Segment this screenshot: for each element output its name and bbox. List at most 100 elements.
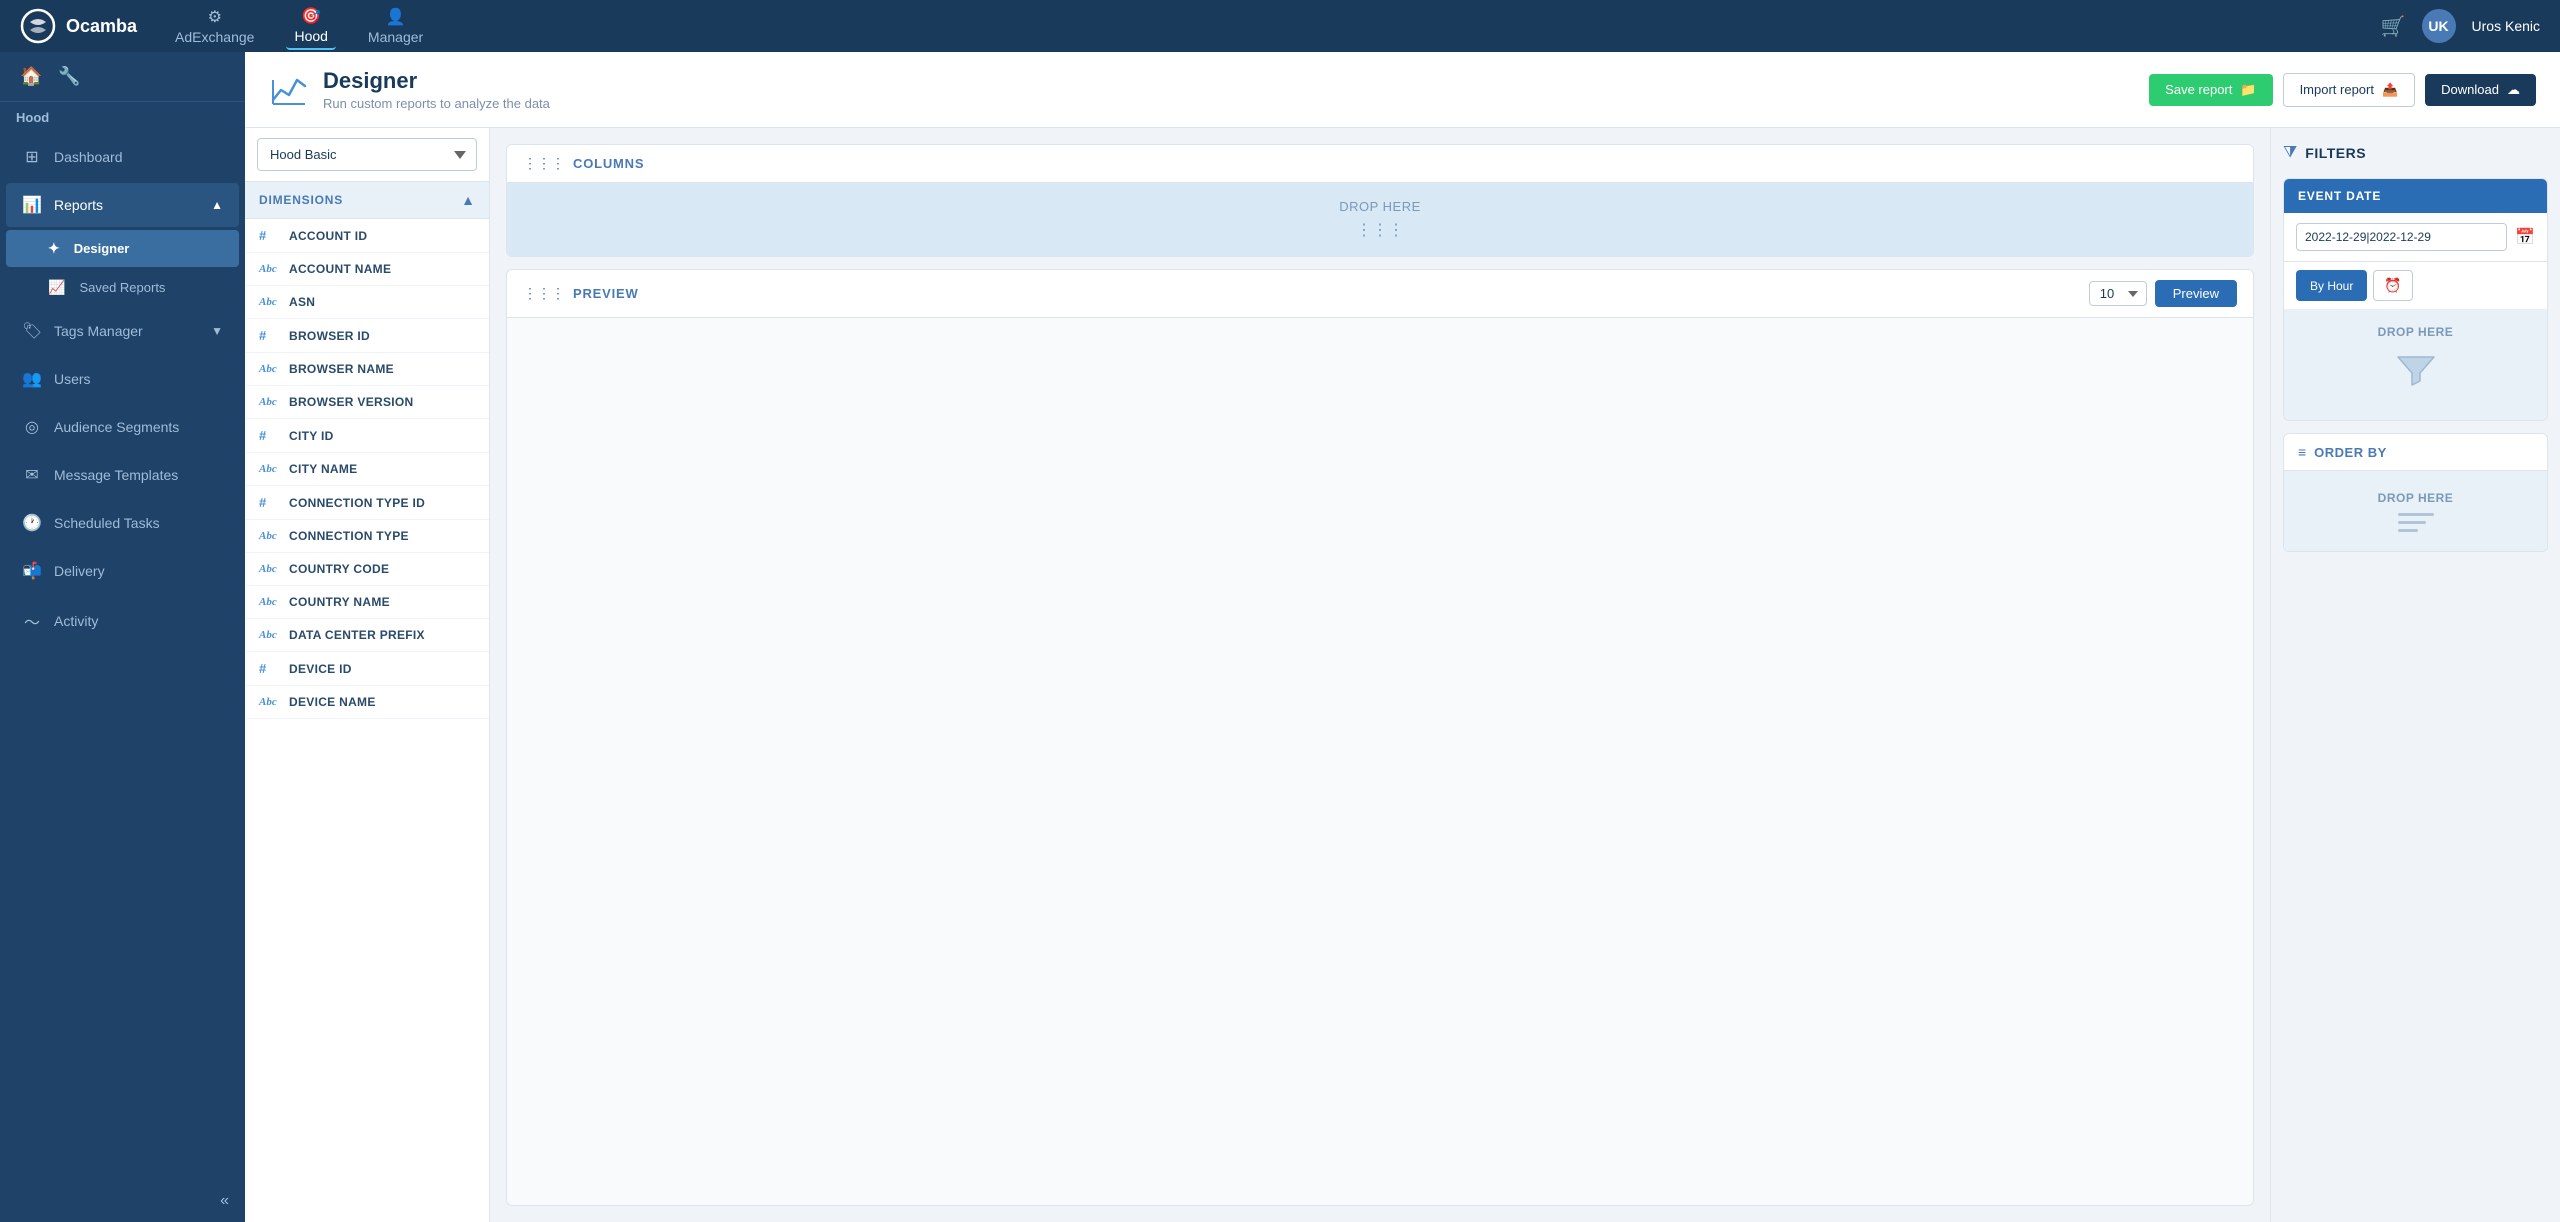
message-icon: ✉ [22,465,42,485]
type-abc-icon: Abc [259,629,279,641]
date-range-input[interactable] [2296,223,2507,251]
center-panel: ⋮⋮⋮ COLUMNS DROP HERE ⋮⋮⋮ ⋮⋮⋮ PREVIEW [490,128,2270,1222]
activity-icon: 〜 [22,609,42,633]
import-report-button[interactable]: Import report 📤 [2283,73,2416,107]
dim-label: CONNECTION TYPE [289,529,409,543]
designer-page-icon [269,70,309,110]
sidebar-item-scheduled-tasks[interactable]: 🕐 Scheduled Tasks [6,501,239,545]
list-item[interactable]: Abc BROWSER NAME [245,353,489,386]
import-report-label: Import report [2300,82,2374,97]
save-report-button[interactable]: Save report 📁 [2149,74,2272,106]
order-list-icon [2398,513,2434,532]
dim-label: COUNTRY CODE [289,562,389,576]
users-icon: 👥 [22,369,42,389]
order-drop-zone[interactable]: DROP HERE [2284,471,2547,551]
list-item[interactable]: # CONNECTION TYPE ID [245,486,489,520]
by-hour-button[interactable]: By Hour [2296,270,2367,301]
sidebar: 🏠 🔧 Hood ⊞ Dashboard 📊 Reports ▲ ✦ Desig… [0,52,245,1222]
app-logo[interactable]: Ocamba [20,8,137,44]
notification-icon[interactable]: 🛒 [2381,14,2406,39]
dashboard-icon: ⊞ [22,147,42,167]
type-hash-icon: # [259,661,279,676]
sidebar-item-tags-manager[interactable]: 🏷 Tags Manager ▼ [6,309,239,353]
event-date-filter-card: EVENT DATE 📅 By Hour ⏰ DROP HERE [2283,178,2548,421]
list-item[interactable]: Abc ASN [245,286,489,319]
filter-btn-row: By Hour ⏰ [2284,262,2547,309]
type-abc-icon: Abc [259,530,279,542]
dim-label: BROWSER ID [289,329,370,343]
sidebar-item-audience-segments[interactable]: ◎ Audience Segments [6,405,239,449]
dim-label: ACCOUNT ID [289,229,367,243]
type-hash-icon: # [259,495,279,510]
type-abc-icon: Abc [259,563,279,575]
sidebar-item-designer[interactable]: ✦ Designer [6,230,239,267]
hood-icon: 🎯 [301,6,321,26]
order-by-card: ≡ ORDER BY DROP HERE [2283,433,2548,552]
time-settings-icon: ⏰ [2384,277,2401,293]
list-item[interactable]: # DEVICE ID [245,652,489,686]
nav-item-manager[interactable]: 👤 Manager [360,3,431,49]
sidebar-item-label: Reports [54,197,103,213]
list-item[interactable]: Abc DATA CENTER PREFIX [245,619,489,652]
sidebar-item-label: Tags Manager [54,323,143,339]
dimensions-list: # ACCOUNT ID Abc ACCOUNT NAME Abc ASN # … [245,219,489,1222]
filter-funnel-large-icon [2392,347,2440,404]
preview-body [507,318,2253,1205]
list-item[interactable]: Abc COUNTRY CODE [245,553,489,586]
save-report-label: Save report [2165,82,2232,97]
sidebar-item-saved-reports[interactable]: 📈 Saved Reports [6,269,239,306]
columns-drop-zone[interactable]: DROP HERE ⋮⋮⋮ [507,183,2253,256]
calendar-icon[interactable]: 📅 [2515,227,2535,247]
sidebar-item-dashboard[interactable]: ⊞ Dashboard [6,135,239,179]
list-item[interactable]: # ACCOUNT ID [245,219,489,253]
list-item[interactable]: Abc COUNTRY NAME [245,586,489,619]
filter-drop-zone[interactable]: DROP HERE [2284,309,2547,420]
sidebar-item-activity[interactable]: 〜 Activity [6,597,239,645]
order-drop-text: DROP HERE [2378,491,2454,505]
time-settings-button[interactable]: ⏰ [2373,270,2412,301]
audience-icon: ◎ [22,417,42,437]
preview-rows-select[interactable]: 10 25 50 100 [2089,281,2147,306]
sidebar-sub-label: Saved Reports [79,280,165,295]
dimensions-collapse-icon[interactable]: ▲ [461,192,475,208]
sidebar-sub-label: Designer [74,241,130,256]
order-by-header: ≡ ORDER BY [2284,434,2547,471]
preview-right: 10 25 50 100 Preview [2089,280,2237,307]
top-nav-right: 🛒 UK Uros Kenic [2381,9,2540,43]
preview-title: PREVIEW [573,286,639,301]
nav-item-adexchange[interactable]: ⚙ AdExchange [167,3,262,49]
nav-item-hood[interactable]: 🎯 Hood [286,2,335,50]
sidebar-item-delivery[interactable]: 📬 Delivery [6,549,239,593]
list-item[interactable]: Abc BROWSER VERSION [245,386,489,419]
download-button[interactable]: Download ☁ [2425,74,2536,106]
list-item[interactable]: Abc CONNECTION TYPE [245,520,489,553]
preview-section-icon: ⋮⋮⋮ [523,285,565,302]
list-item[interactable]: Abc CITY NAME [245,453,489,486]
sidebar-item-users[interactable]: 👥 Users [6,357,239,401]
preview-button[interactable]: Preview [2155,280,2237,307]
sidebar-collapse-button[interactable]: « [0,1180,245,1222]
download-label: Download [2441,82,2499,97]
filters-title: FILTERS [2305,145,2366,161]
list-item[interactable]: # BROWSER ID [245,319,489,353]
list-item[interactable]: Abc ACCOUNT NAME [245,253,489,286]
filter-funnel-icon: ⧩ [2283,144,2297,162]
avatar[interactable]: UK [2422,9,2456,43]
list-item[interactable]: # CITY ID [245,419,489,453]
sidebar-tools-icon[interactable]: 🔧 [54,62,84,91]
dim-label: DATA CENTER PREFIX [289,628,425,642]
sidebar-icons-row: 🏠 🔧 [0,52,245,102]
dim-label: CONNECTION TYPE ID [289,496,425,510]
type-abc-icon: Abc [259,463,279,475]
sidebar-item-reports[interactable]: 📊 Reports ▲ [6,183,239,227]
report-type-select[interactable]: Hood Basic Hood Advanced [257,138,477,171]
filter-drop-text: DROP HERE [2378,325,2454,339]
list-item[interactable]: Abc DEVICE NAME [245,686,489,719]
saved-reports-icon: 📈 [48,279,65,296]
dim-label: BROWSER NAME [289,362,394,376]
sidebar-item-message-templates[interactable]: ✉ Message Templates [6,453,239,497]
type-abc-icon: Abc [259,263,279,275]
header-actions: Save report 📁 Import report 📤 Download ☁ [2149,73,2536,107]
sidebar-section-label: Hood [0,102,245,133]
sidebar-home-icon[interactable]: 🏠 [16,62,46,91]
